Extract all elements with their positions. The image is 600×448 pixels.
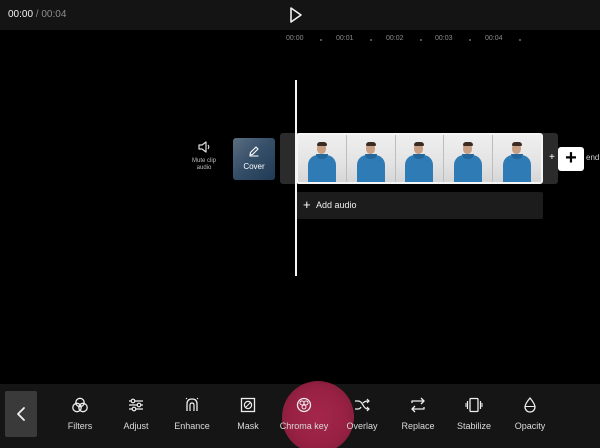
clip-frame: [298, 135, 347, 182]
stabilize-icon: [465, 397, 483, 413]
ruler-tick: 00:01: [336, 35, 354, 42]
ruler-dot: [519, 39, 521, 41]
playhead[interactable]: [295, 80, 297, 276]
tool-label: Chroma key: [279, 421, 329, 431]
adjust-icon: [129, 398, 143, 412]
ruler-tick: 00:00: [286, 35, 304, 42]
tool-label: Mask: [237, 421, 259, 431]
clip-frame: [346, 135, 396, 182]
plus-icon: +: [303, 197, 311, 212]
pencil-icon: [249, 146, 259, 157]
tool-label: Replace: [401, 421, 435, 431]
mute-label-line2: audio: [196, 165, 212, 171]
video-clip[interactable]: [296, 133, 543, 184]
ruler-dot: [320, 39, 322, 41]
stabilize-button[interactable]: Stabilize: [444, 396, 504, 431]
mask-button[interactable]: Mask: [218, 396, 278, 431]
enhance-button[interactable]: Enhance: [162, 396, 222, 431]
ruler-tick: 00:03: [435, 35, 453, 42]
mute-label-line1: Mute clip: [191, 158, 216, 164]
top-bar: 00:00 / 00:04: [0, 0, 600, 30]
add-clip-button[interactable]: +: [558, 147, 584, 171]
play-icon: [290, 7, 302, 23]
play-button[interactable]: [288, 6, 304, 24]
timeline-ruler: 00:00 00:01 00:02 00:03 00:04: [280, 32, 600, 46]
tool-label: Stabilize: [456, 421, 492, 431]
add-audio-button[interactable]: + Add audio: [296, 192, 543, 219]
adjust-button[interactable]: Adjust: [106, 396, 166, 431]
tool-label: Adjust: [123, 421, 149, 431]
mute-clip-audio-button[interactable]: Mute clip audio: [184, 140, 224, 172]
filters-icon: [72, 397, 88, 413]
end-label: end: [586, 153, 600, 162]
add-audio-label: Add audio: [316, 200, 357, 210]
clip-frame: [444, 135, 494, 182]
ruler-dot: [370, 39, 372, 41]
replace-icon: [411, 397, 425, 413]
opacity-button[interactable]: Opacity: [500, 396, 560, 431]
filters-button[interactable]: Filters: [50, 396, 110, 431]
tool-label: Filters: [67, 421, 93, 431]
transition-plus-icon[interactable]: +: [549, 152, 555, 163]
current-time: 00:00: [8, 9, 34, 20]
ruler-dot: [420, 39, 422, 41]
clip-frame: [493, 135, 541, 182]
time-display: 00:00 / 00:04: [8, 9, 66, 20]
tool-label: Overlay: [346, 421, 378, 431]
overlay-icon: [355, 398, 370, 412]
overlay-button[interactable]: Overlay: [332, 396, 392, 431]
enhance-icon: [185, 397, 199, 411]
chroma-key-button[interactable]: Chroma key: [274, 396, 334, 431]
total-time: 00:04: [41, 9, 67, 20]
speaker-icon: [198, 141, 210, 153]
opacity-icon: [524, 396, 536, 413]
chroma-key-icon: [296, 397, 312, 413]
clip-frame: [395, 135, 445, 182]
replace-button[interactable]: Replace: [388, 396, 448, 431]
cover-button[interactable]: Cover: [233, 138, 275, 180]
tool-label: Enhance: [174, 421, 210, 431]
tool-label: Opacity: [514, 421, 546, 431]
ruler-tick: 00:04: [485, 35, 503, 42]
back-button[interactable]: [5, 391, 37, 437]
mask-icon: [240, 397, 256, 413]
chevron-left-icon: [17, 407, 25, 421]
ruler-tick: 00:02: [386, 35, 404, 42]
cover-label: Cover: [243, 162, 265, 171]
ruler-dot: [469, 39, 471, 41]
